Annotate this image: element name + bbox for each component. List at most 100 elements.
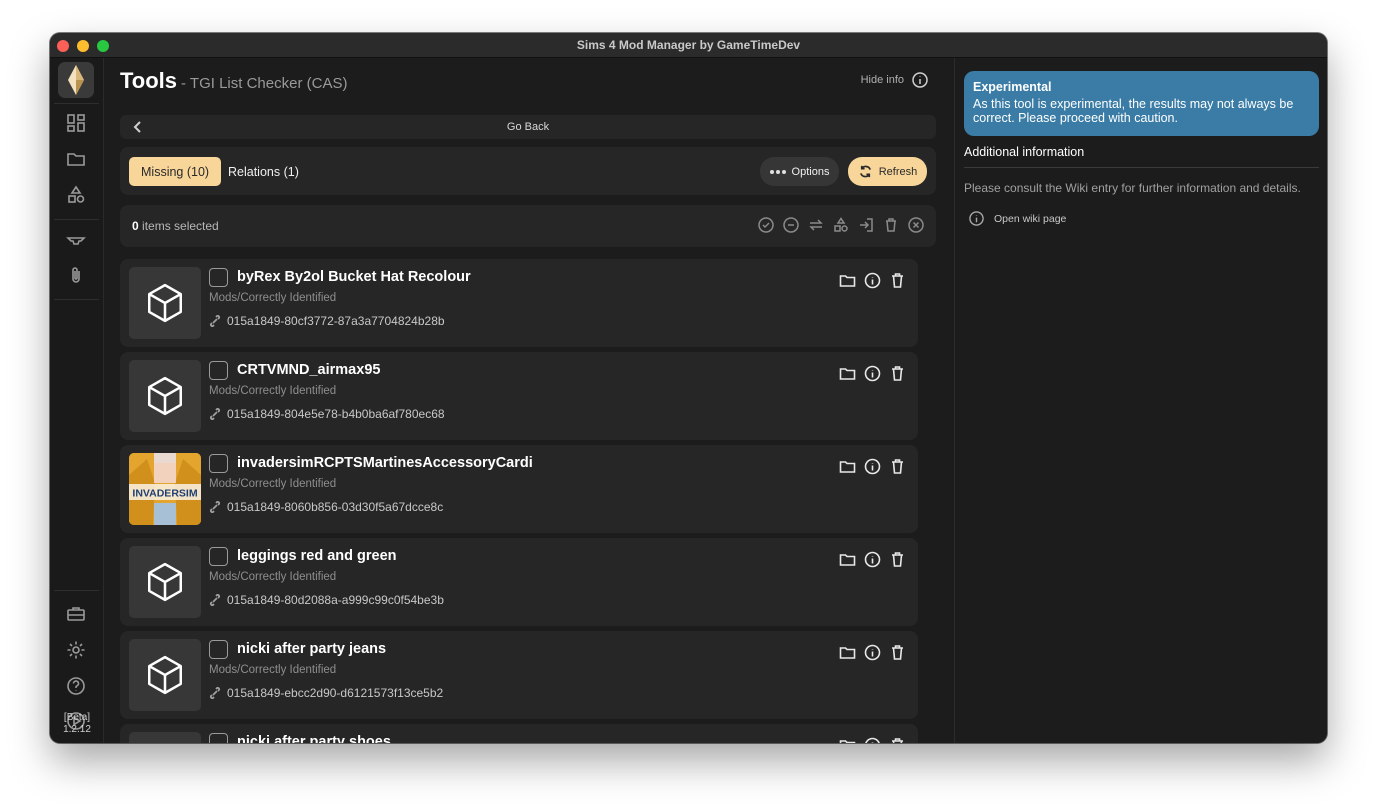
shapes-icon bbox=[68, 185, 85, 203]
sidebar-item-attachments[interactable] bbox=[65, 264, 87, 286]
open-folder-button[interactable] bbox=[839, 551, 856, 568]
delete-item-button[interactable] bbox=[889, 551, 906, 568]
go-back-button[interactable]: Go Back bbox=[120, 115, 936, 139]
refresh-button[interactable]: Refresh bbox=[848, 157, 927, 186]
item-title: leggings red and green bbox=[237, 548, 397, 564]
item-info-button[interactable] bbox=[864, 458, 881, 475]
item-info-button[interactable] bbox=[864, 737, 881, 743]
item-actions bbox=[839, 458, 906, 475]
title-bar: Sims 4 Mod Manager by GameTimeDev bbox=[50, 33, 1327, 58]
list-item: nicki after party shoes bbox=[120, 724, 918, 743]
item-tgi: 015a1849-80cf3772-87a3a7704824b28b bbox=[209, 314, 445, 328]
item-tgi-value: 015a1849-ebcc2d90-d6121573f13ce5b2 bbox=[227, 686, 444, 700]
item-info-button[interactable] bbox=[864, 644, 881, 661]
folder-icon bbox=[839, 368, 856, 380]
move-into-icon bbox=[860, 218, 873, 232]
info-icon bbox=[865, 737, 880, 743]
clear-selection-button[interactable] bbox=[908, 217, 924, 233]
options-button[interactable]: Options bbox=[760, 157, 839, 186]
tab-relations[interactable]: Relations (1) bbox=[216, 157, 311, 186]
delete-item-button[interactable] bbox=[889, 737, 906, 743]
item-path: Mods/Correctly Identified bbox=[209, 571, 337, 583]
item-thumbnail bbox=[129, 546, 201, 618]
item-info-button[interactable] bbox=[864, 551, 881, 568]
hanger-icon bbox=[66, 237, 86, 245]
hide-info-label: Hide info bbox=[860, 74, 904, 86]
item-checkbox[interactable] bbox=[209, 640, 228, 659]
page-subtitle: - TGI List Checker (CAS) bbox=[181, 75, 348, 92]
item-thumbnail bbox=[129, 639, 201, 711]
info-icon bbox=[969, 211, 984, 226]
trash-icon bbox=[892, 273, 903, 288]
folder-icon bbox=[67, 153, 85, 166]
missing-items-list: byRex By2ol Bucket Hat Recolour Mods/Cor… bbox=[120, 259, 920, 743]
info-icon bbox=[864, 458, 881, 475]
trash-icon bbox=[886, 218, 896, 232]
sidebar-item-dashboard[interactable] bbox=[65, 112, 87, 134]
item-checkbox[interactable] bbox=[209, 454, 228, 473]
list-item: leggings red and green Mods/Correctly Id… bbox=[120, 538, 918, 626]
deselect-button[interactable] bbox=[783, 217, 799, 233]
open-folder-button[interactable] bbox=[839, 458, 856, 475]
link-icon bbox=[209, 594, 221, 606]
item-checkbox[interactable] bbox=[209, 733, 228, 743]
item-checkbox[interactable] bbox=[209, 547, 228, 566]
zoom-window-button[interactable] bbox=[97, 40, 109, 52]
gear-icon bbox=[67, 641, 85, 659]
main-content: Tools - TGI List Checker (CAS) Hide info … bbox=[104, 58, 954, 743]
tab-bar: Missing (10) Relations (1) Options Refre… bbox=[120, 147, 936, 195]
cube-icon bbox=[147, 283, 183, 323]
sidebar-item-settings[interactable] bbox=[65, 639, 87, 661]
item-tgi: 015a1849-ebcc2d90-d6121573f13ce5b2 bbox=[209, 686, 443, 700]
open-folder-button[interactable] bbox=[839, 737, 856, 743]
item-thumbnail bbox=[129, 732, 201, 743]
sidebar-item-folders[interactable] bbox=[65, 148, 87, 170]
open-wiki-label: Open wiki page bbox=[994, 212, 1067, 225]
sidebar-item-help[interactable] bbox=[65, 675, 87, 697]
close-window-button[interactable] bbox=[57, 40, 69, 52]
move-button[interactable] bbox=[858, 217, 874, 233]
delete-selected-button[interactable] bbox=[883, 217, 899, 233]
close-circle-icon bbox=[908, 217, 924, 233]
folder-icon bbox=[839, 554, 856, 566]
delete-item-button[interactable] bbox=[889, 272, 906, 289]
sidebar-divider bbox=[54, 590, 99, 591]
minimize-window-button[interactable] bbox=[77, 40, 89, 52]
app-logo[interactable] bbox=[58, 62, 94, 98]
open-wiki-link[interactable]: Open wiki page bbox=[969, 211, 1066, 226]
open-folder-button[interactable] bbox=[839, 272, 856, 289]
list-item: INVADERSIM invadersimRCPTSMartinesAccess… bbox=[120, 445, 918, 533]
link-icon bbox=[209, 687, 221, 699]
swap-button[interactable] bbox=[808, 217, 824, 233]
minus-circle-icon bbox=[783, 217, 799, 233]
trash-icon bbox=[892, 459, 903, 474]
item-checkbox[interactable] bbox=[209, 268, 228, 287]
delete-item-button[interactable] bbox=[889, 365, 906, 382]
cube-icon bbox=[147, 376, 183, 416]
sidebar-item-cas[interactable] bbox=[65, 228, 87, 250]
link-icon bbox=[209, 315, 221, 327]
folder-icon bbox=[839, 740, 856, 743]
delete-item-button[interactable] bbox=[889, 458, 906, 475]
item-checkbox[interactable] bbox=[209, 361, 228, 380]
sidebar-item-tools[interactable] bbox=[65, 603, 87, 625]
check-circle-icon bbox=[758, 217, 774, 233]
sidebar-item-categories[interactable] bbox=[65, 184, 87, 206]
select-all-button[interactable] bbox=[758, 217, 774, 233]
item-title: byRex By2ol Bucket Hat Recolour bbox=[237, 269, 471, 285]
open-folder-button[interactable] bbox=[839, 365, 856, 382]
item-preview-image: INVADERSIM bbox=[129, 453, 201, 525]
window-controls bbox=[57, 40, 109, 52]
trash-icon bbox=[892, 552, 903, 567]
delete-item-button[interactable] bbox=[889, 644, 906, 661]
categorize-button[interactable] bbox=[833, 217, 849, 233]
tab-missing[interactable]: Missing (10) bbox=[129, 157, 222, 186]
trash-icon bbox=[892, 366, 903, 381]
open-folder-button[interactable] bbox=[839, 644, 856, 661]
item-info-button[interactable] bbox=[864, 272, 881, 289]
hide-info-button[interactable]: Hide info bbox=[861, 72, 928, 88]
info-icon bbox=[912, 72, 928, 88]
item-info-button[interactable] bbox=[864, 365, 881, 382]
link-icon bbox=[209, 501, 221, 513]
version-tag: [Beta] bbox=[63, 712, 91, 723]
